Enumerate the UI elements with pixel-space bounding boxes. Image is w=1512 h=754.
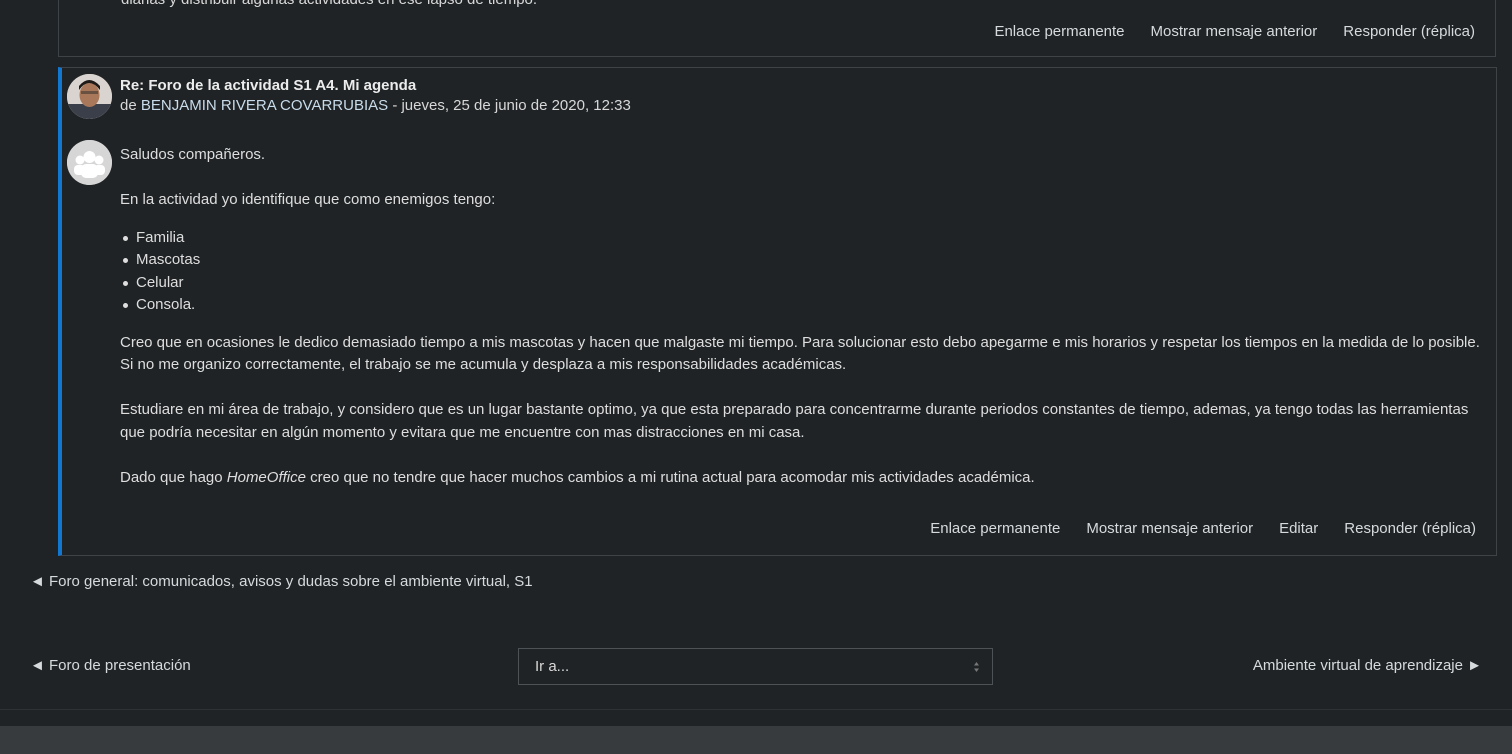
post-date: - jueves, 25 de junio de 2020, 12:33 — [392, 97, 631, 114]
forum-post: Re: Foro de la actividad S1 A4. Mi agend… — [58, 67, 1497, 556]
jump-to-select[interactable]: Ir a... — [518, 648, 993, 685]
paragraph-3-end: creo que no tendre que hacer muchos camb… — [305, 468, 1035, 486]
intro-text: En la actividad yo identifique que como … — [120, 191, 496, 208]
list-item: Celular — [120, 272, 1490, 295]
post-subject: Re: Foro de la actividad S1 A4. Mi agend… — [120, 77, 417, 94]
select-arrows-icon — [974, 662, 979, 672]
group-avatar — [67, 140, 112, 185]
jump-to-value: Ir a... — [535, 658, 570, 675]
edit-link[interactable]: Editar — [1279, 520, 1318, 537]
author-avatar[interactable] — [67, 74, 112, 119]
previous-post-text: diarias y distribuir algunas actividades… — [121, 0, 537, 8]
previous-post-actions: Enlace permanente Mostrar mensaje anteri… — [994, 23, 1475, 40]
show-parent-link[interactable]: Mostrar mensaje anterior — [1086, 520, 1253, 537]
list-item: Consola. — [120, 294, 1490, 317]
page-footer — [0, 726, 1512, 754]
paragraph-3-start: Dado que hago — [120, 468, 227, 486]
byline-prefix: de — [120, 97, 137, 114]
permalink-link[interactable]: Enlace permanente — [994, 23, 1124, 40]
enemies-list: Familia Mascotas Celular Consola. — [120, 227, 1490, 317]
post-byline: de BENJAMIN RIVERA COVARRUBIAS - jueves,… — [120, 97, 631, 114]
footer-divider — [0, 709, 1512, 710]
reply-link[interactable]: Responder (réplica) — [1344, 520, 1476, 537]
paragraph-1: Creo que en ocasiones le dedico demasiad… — [120, 333, 1480, 374]
list-item: Familia — [120, 227, 1490, 250]
previous-post: diarias y distribuir algunas actividades… — [58, 0, 1496, 57]
post-actions: Enlace permanente Mostrar mensaje anteri… — [930, 520, 1476, 537]
previous-activity-link[interactable]: ◄ Foro de presentación — [30, 657, 191, 674]
post-content: Saludos compañeros. En la actividad yo i… — [120, 144, 1490, 489]
list-item: Mascotas — [120, 249, 1490, 272]
paragraph-2: Estudiare en mi área de trabajo, y consi… — [120, 401, 1469, 441]
author-link[interactable]: BENJAMIN RIVERA COVARRUBIAS — [141, 97, 388, 114]
paragraph-3: Dado que hago HomeOffice creo que no ten… — [120, 467, 1490, 490]
reply-link[interactable]: Responder (réplica) — [1343, 23, 1475, 40]
show-parent-link[interactable]: Mostrar mensaje anterior — [1151, 23, 1318, 40]
greeting-text: Saludos compañeros. — [120, 146, 266, 163]
homeoffice-emphasis: HomeOffice — [226, 468, 306, 486]
permalink-link[interactable]: Enlace permanente — [930, 520, 1060, 537]
next-activity-link[interactable]: Ambiente virtual de aprendizaje ► — [1253, 657, 1482, 674]
previous-discussion-link[interactable]: ◄ Foro general: comunicados, avisos y du… — [30, 573, 533, 590]
